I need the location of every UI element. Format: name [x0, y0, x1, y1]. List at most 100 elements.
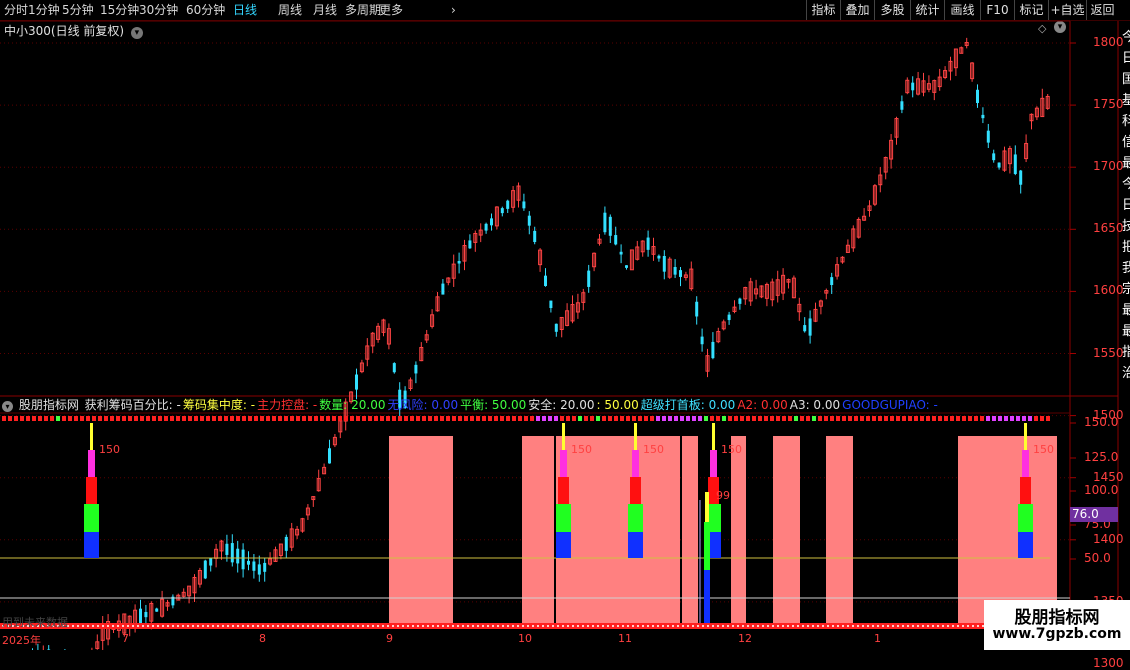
- candle: [462, 239, 467, 271]
- status-dot: [68, 416, 72, 421]
- status-dot: [506, 416, 510, 421]
- status-dot: [920, 416, 924, 421]
- bottom-strip-dot: [317, 625, 319, 627]
- candle: [992, 149, 996, 163]
- bottom-strip-dot: [492, 625, 494, 627]
- candle: [851, 225, 856, 252]
- status-dot: [680, 416, 684, 421]
- bottom-strip-dot: [927, 625, 929, 627]
- indicator-tick-label: 100.0: [1084, 483, 1119, 497]
- candle: [241, 543, 245, 578]
- status-dot: [158, 416, 162, 421]
- bottom-strip-dot: [152, 625, 154, 627]
- status-dot: [80, 416, 84, 421]
- status-dot: [434, 416, 438, 421]
- status-dot: [32, 416, 36, 421]
- bottom-strip-dot: [272, 625, 274, 627]
- bottom-strip-dot: [487, 625, 489, 627]
- status-dot: [488, 416, 492, 421]
- bottom-strip-dot: [202, 625, 204, 627]
- candle: [284, 534, 288, 559]
- status-dot: [380, 416, 384, 421]
- indicator-item: 无风险: 0.00: [387, 398, 459, 412]
- candle: [948, 56, 953, 81]
- bottom-strip-dot: [667, 625, 669, 627]
- status-dot: [764, 416, 768, 421]
- status-dot: [872, 416, 876, 421]
- bottom-strip-dot: [912, 625, 914, 627]
- info-char: 最: [1122, 303, 1130, 318]
- indicator-tick-label: 125.0: [1084, 450, 1119, 464]
- candle: [289, 522, 294, 552]
- status-dot: [44, 416, 48, 421]
- status-dot: [1040, 416, 1044, 421]
- indicator-item: A3: 0.00: [789, 398, 841, 412]
- status-dot: [122, 416, 126, 421]
- indicator-settings-icon[interactable]: ▾: [2, 401, 13, 412]
- candle: [268, 552, 273, 566]
- stack-label: 150: [643, 443, 664, 456]
- status-dot: [692, 416, 696, 421]
- status-dot: [974, 416, 978, 421]
- bottom-strip-dot: [187, 625, 189, 627]
- candle: [943, 66, 948, 80]
- status-dot: [788, 416, 792, 421]
- candle: [1034, 106, 1039, 121]
- price-tick-label: 1400: [1093, 531, 1124, 546]
- candle: [629, 249, 634, 271]
- candle: [47, 645, 51, 650]
- candle: [565, 303, 570, 327]
- candle: [230, 534, 234, 567]
- candle: [937, 68, 942, 91]
- candle: [581, 288, 586, 311]
- bottom-strip-dot: [497, 625, 499, 627]
- status-dot: [722, 416, 726, 421]
- status-dot: [890, 416, 894, 421]
- candle: [872, 184, 877, 207]
- bottom-strip-dot: [932, 625, 934, 627]
- status-dot: [662, 416, 666, 421]
- candle: [1002, 146, 1007, 172]
- bottom-strip-dot: [887, 625, 889, 627]
- status-dot: [1016, 416, 1020, 421]
- price-tick-label: 1550: [1093, 345, 1124, 360]
- candle: [408, 377, 413, 391]
- status-dot: [1010, 416, 1014, 421]
- date-label: 2025年: [2, 634, 41, 647]
- candle: [803, 317, 807, 333]
- candle: [770, 278, 775, 307]
- candle: [986, 123, 990, 149]
- candle: [214, 543, 219, 568]
- bottom-strip-dot: [967, 625, 969, 627]
- kline-chart[interactable]: [0, 0, 1130, 650]
- candle: [203, 559, 207, 580]
- status-dot: [1022, 416, 1026, 421]
- info-char: 信: [1122, 135, 1130, 150]
- status-dot: [602, 416, 606, 421]
- bottom-strip-dot: [942, 625, 944, 627]
- status-dot: [980, 416, 984, 421]
- candle: [106, 614, 111, 646]
- bottom-strip: [0, 623, 1070, 629]
- candle: [95, 634, 100, 650]
- watermark-url: www.7gpzb.com: [992, 626, 1122, 642]
- status-dot: [452, 416, 456, 421]
- bottom-strip-dot: [567, 625, 569, 627]
- status-dot: [332, 416, 336, 421]
- status-dot: [128, 416, 132, 421]
- status-dot: [536, 416, 540, 421]
- date-label: 9: [386, 632, 393, 645]
- status-dot: [368, 416, 372, 421]
- bottom-strip-dot: [392, 625, 394, 627]
- indicator-item: 筹码集中度: -: [182, 398, 256, 412]
- indicator-name[interactable]: 股朋指标网: [19, 398, 79, 412]
- candle: [441, 279, 445, 295]
- candle: [1013, 145, 1017, 176]
- bottom-strip-dot: [87, 625, 89, 627]
- bottom-strip-dot: [212, 625, 214, 627]
- bottom-strip-dot: [642, 625, 644, 627]
- candle: [640, 240, 645, 257]
- info-char: 日: [1122, 198, 1130, 213]
- candle: [473, 230, 478, 252]
- status-dot: [242, 416, 246, 421]
